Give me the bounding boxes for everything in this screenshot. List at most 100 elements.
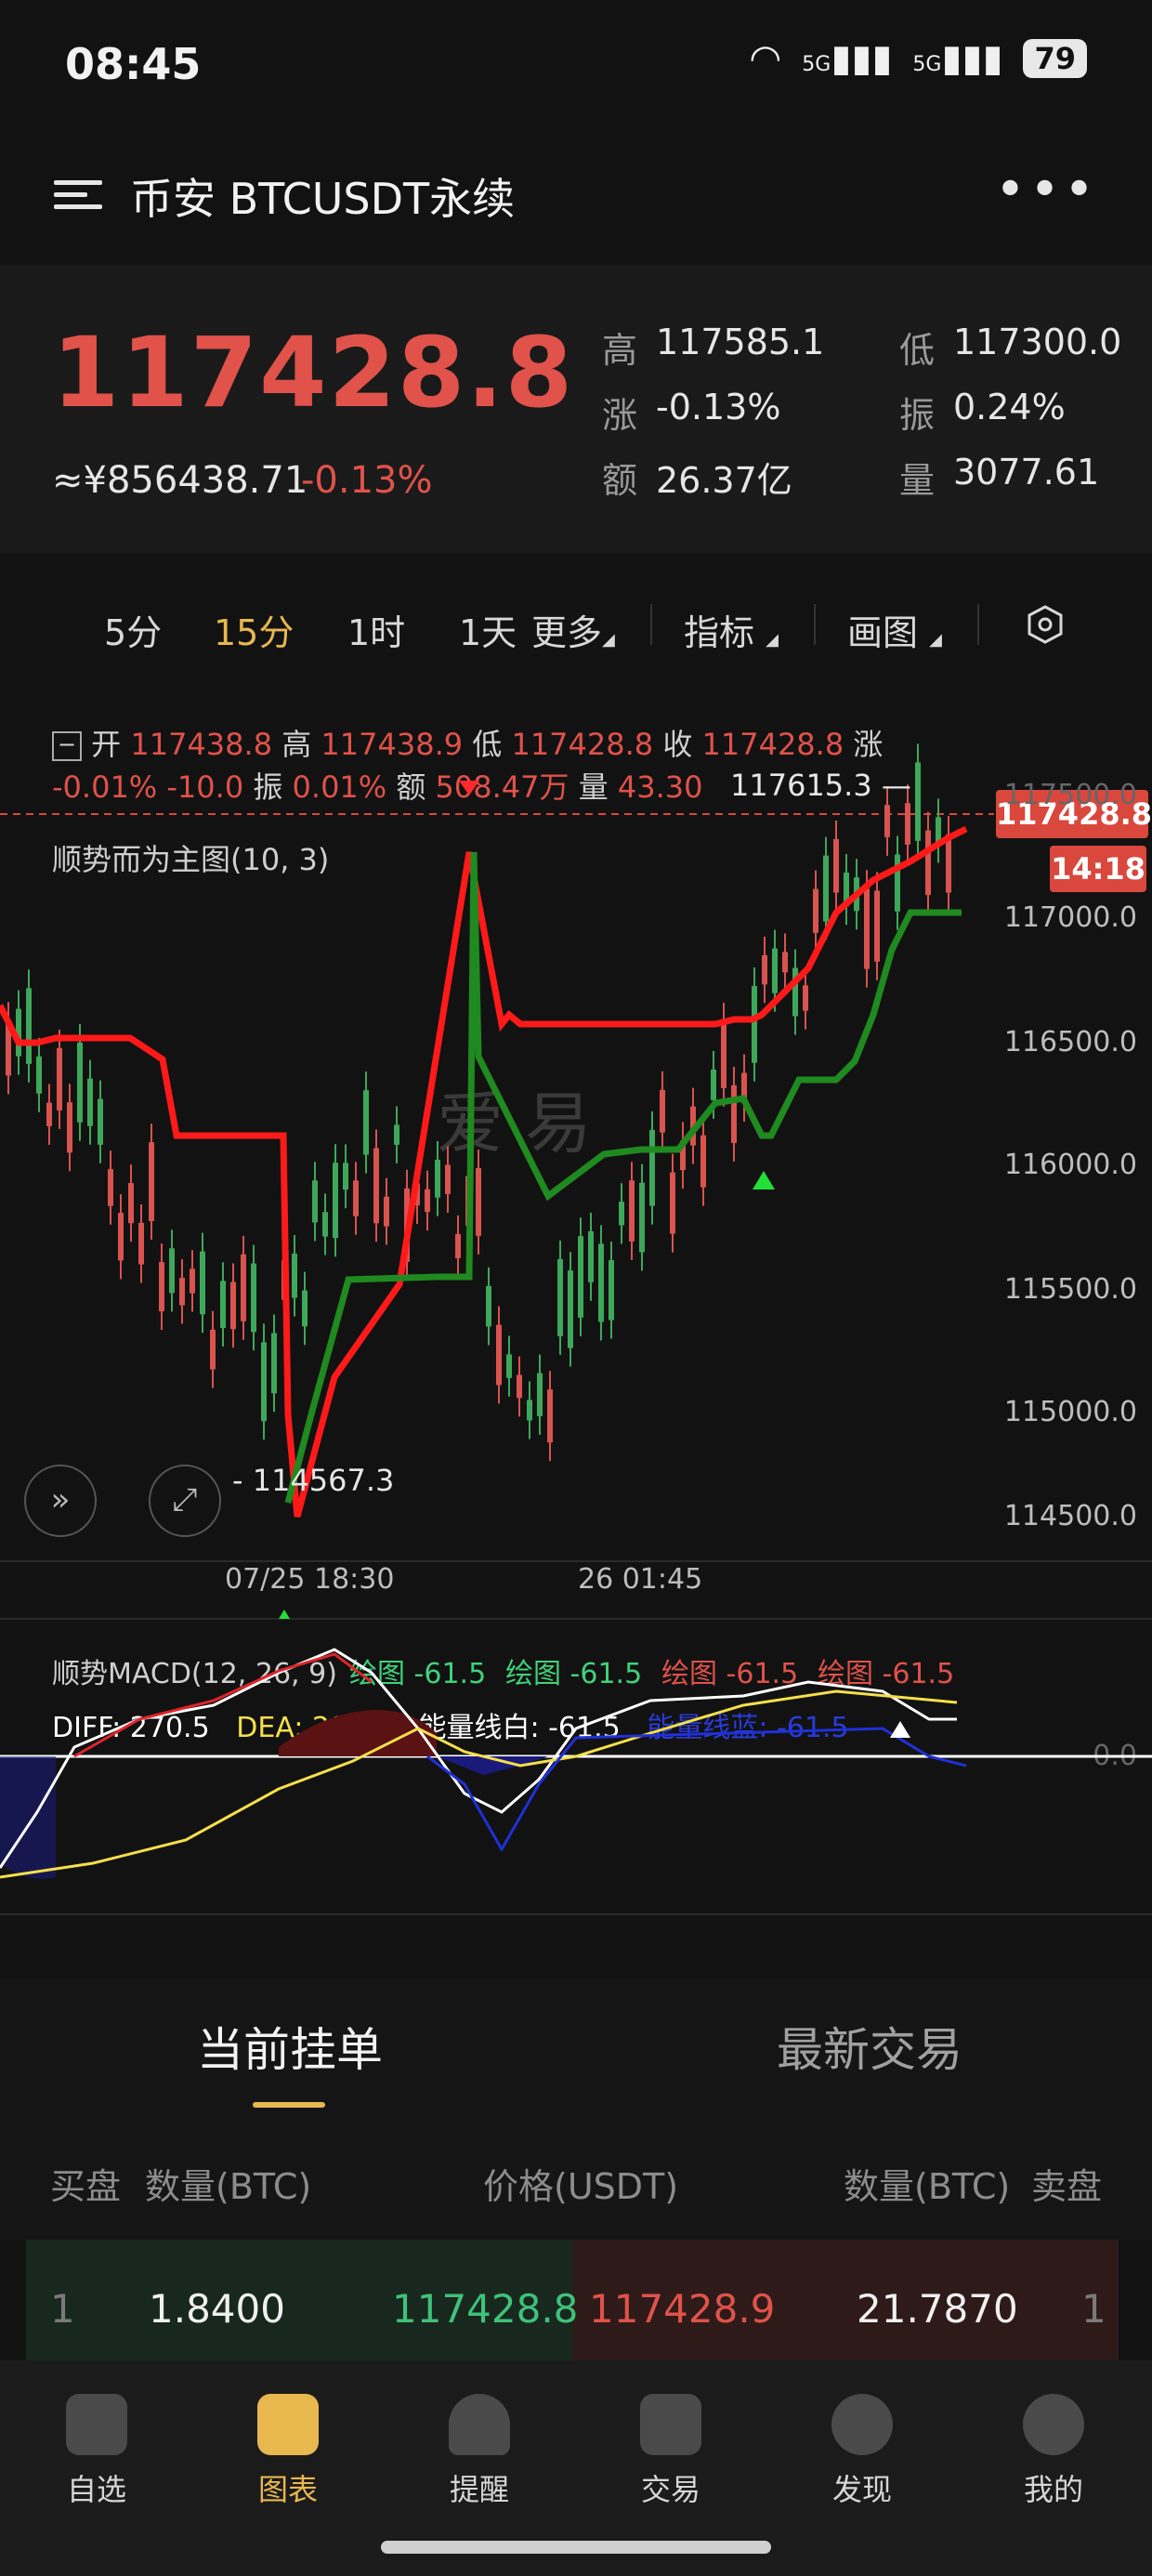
candle-body	[629, 1180, 635, 1242]
ask-qty-header: 数量(BTC)	[844, 2166, 1011, 2207]
candle-body	[251, 1263, 256, 1333]
fullscreen-button[interactable]: ⤢	[149, 1465, 221, 1537]
candle-countdown: 14:18	[1050, 846, 1146, 892]
bell-icon	[449, 2394, 510, 2455]
y-tick: 115000.0	[1003, 1396, 1137, 1428]
candle-body	[905, 803, 910, 845]
nav-label: 我的	[1023, 2472, 1083, 2507]
candle-body	[179, 1278, 185, 1306]
candle-body	[26, 988, 32, 1064]
stat-label-volume: 量	[899, 460, 936, 501]
high-marker-value: 117615.3	[730, 768, 872, 803]
indicator-dropdown[interactable]: 指标 ◢	[684, 604, 779, 655]
status-time: 08:45	[65, 39, 202, 89]
chart-settings-icon[interactable]	[1025, 604, 1066, 645]
stat-label-high: 高	[602, 330, 638, 371]
candle-body	[711, 1069, 716, 1100]
candle-body	[833, 838, 839, 893]
candle-body	[455, 1233, 461, 1258]
menu-icon[interactable]	[54, 173, 102, 216]
candle-body	[200, 1251, 205, 1315]
candle-body	[384, 1196, 389, 1227]
candle-body	[169, 1248, 175, 1294]
stat-label-amount: 额	[602, 460, 638, 501]
candle-body	[517, 1374, 522, 1399]
tab-current-orders[interactable]: 当前挂单	[197, 2013, 383, 2080]
candle-body	[721, 1021, 727, 1088]
low-marker-label: - 114567.3	[232, 1463, 395, 1498]
candles	[6, 743, 951, 1462]
bid-header: 买盘	[50, 2166, 122, 2207]
candle-body	[496, 1324, 502, 1386]
candle-body	[619, 1202, 624, 1226]
candle-body	[884, 805, 890, 837]
candle-body	[190, 1268, 195, 1294]
candle-body	[138, 1222, 144, 1265]
avatar-icon	[1023, 2394, 1084, 2455]
candle-body	[261, 1342, 267, 1422]
nav-alerts[interactable]: 提醒	[414, 2394, 544, 2509]
tab-latest-trades[interactable]: 最新交易	[777, 2013, 962, 2080]
candle-body	[639, 1182, 645, 1253]
candle-body	[752, 986, 757, 1063]
divider	[814, 604, 816, 645]
nav-discover[interactable]: 发现	[797, 2394, 927, 2509]
candle-body	[946, 834, 951, 893]
trade-icon	[640, 2394, 701, 2455]
candle-body	[578, 1236, 583, 1318]
candle-body	[874, 890, 880, 962]
home-indicator[interactable]	[381, 2541, 771, 2554]
tab-5m[interactable]: 5分	[104, 604, 162, 655]
candle-body	[864, 888, 870, 969]
last-price: 117428.8	[52, 316, 575, 429]
change-percent: -0.13%	[301, 459, 433, 502]
bid-qty-header: 数量(BTC)	[145, 2166, 312, 2207]
candle-body	[445, 1164, 451, 1194]
candle-body	[425, 1189, 430, 1213]
candle-body	[537, 1373, 543, 1416]
nav-trade[interactable]: 交易	[606, 2394, 736, 2509]
candle-body	[609, 1260, 614, 1321]
tab-15m[interactable]: 15分	[214, 604, 294, 655]
system-icons: ◠ 5G▮▮▮ 5G▮▮▮ 79	[749, 37, 1087, 80]
stat-value-amount: 26.37亿	[656, 460, 792, 501]
candle-body	[394, 1124, 399, 1145]
tab-1d[interactable]: 1天	[459, 604, 517, 655]
candle-body	[772, 948, 778, 993]
candle-body	[312, 1180, 318, 1223]
page-title[interactable]: 币安 BTCUSDT永续	[130, 165, 515, 227]
candle-body	[762, 954, 767, 985]
y-tick: 114500.0	[1003, 1500, 1137, 1532]
candle-body	[57, 1047, 62, 1111]
more-icon[interactable]: •••	[995, 160, 1098, 220]
candle-body	[322, 1212, 328, 1237]
expand-panel-button[interactable]: »	[24, 1465, 97, 1537]
price-header: 价格(USDT)	[483, 2166, 679, 2207]
chart-icon	[257, 2394, 319, 2455]
nav-watchlist[interactable]: 自选	[32, 2394, 162, 2509]
candle-body	[598, 1243, 604, 1322]
candle-body	[128, 1183, 134, 1224]
nav-chart[interactable]: 图表	[223, 2394, 353, 2509]
bottom-panel-tabs	[0, 1979, 1152, 2119]
candle-body	[588, 1230, 594, 1282]
more-timeframes-dropdown[interactable]: 更多◢	[531, 604, 615, 655]
tab-1h[interactable]: 1时	[347, 604, 405, 655]
discover-icon	[831, 2394, 893, 2455]
macd-canvas	[0, 1648, 1152, 1879]
candle-body	[557, 1258, 563, 1336]
nav-profile[interactable]: 我的	[988, 2394, 1119, 2509]
ask-price[interactable]: 117428.9	[589, 2286, 775, 2332]
bid-price[interactable]: 117428.8	[392, 2286, 578, 2332]
signal-icon-2: 5G▮▮▮	[912, 37, 1003, 80]
candle-body	[486, 1285, 491, 1327]
trend-line-red	[0, 825, 968, 1518]
candle-body	[149, 1142, 154, 1221]
divider	[977, 604, 979, 645]
buy-signal-icon	[753, 1171, 775, 1189]
candle-body	[823, 855, 829, 922]
stat-value-amplitude: 0.24%	[953, 387, 1066, 427]
y-tick: 117500.0	[1003, 779, 1137, 811]
draw-dropdown[interactable]: 画图 ◢	[847, 604, 942, 655]
x-tick: 26 01:45	[578, 1563, 703, 1596]
